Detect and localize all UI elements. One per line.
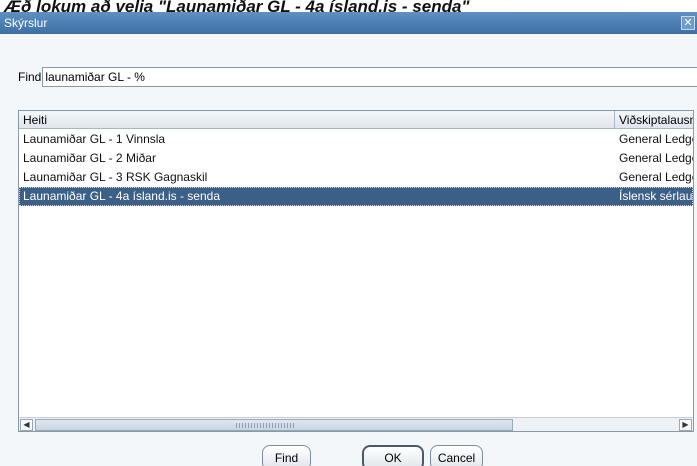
column-header-vidskiptalausn[interactable]: Viðskiptalausn xyxy=(615,111,693,129)
list-item[interactable] xyxy=(19,206,693,225)
item-name: Launamiðar GL - 2 Miðar xyxy=(23,151,156,165)
scrollbar-thumb[interactable] xyxy=(35,419,513,431)
find-label: Find xyxy=(18,70,42,84)
find-row: Find xyxy=(18,67,697,87)
item-application xyxy=(615,206,693,225)
dialog-titlebar: Skýrslur ✕ xyxy=(0,12,697,34)
item-application: General Ledger xyxy=(619,170,693,184)
list-item[interactable]: Launamiðar GL - 3 RSK Gagnaskil General … xyxy=(19,168,693,187)
cancel-button-label: Cancel xyxy=(437,451,476,465)
horizontal-scrollbar[interactable]: ◀ ▶ xyxy=(19,417,693,431)
item-name xyxy=(19,206,615,225)
find-input[interactable] xyxy=(42,67,697,87)
list-item[interactable]: Launamiðar GL - 1 Vinnsla General Ledger xyxy=(19,130,693,149)
find-button[interactable]: Find xyxy=(262,445,311,466)
item-application: General Ledger xyxy=(619,132,693,146)
item-name: Launamiðar GL - 4a ísland.is - senda xyxy=(23,189,220,203)
ok-button-label: OK xyxy=(384,451,402,465)
list-header: Heiti Viðskiptalausn xyxy=(19,111,693,129)
list-item-selected[interactable]: Launamiðar GL - 4a ísland.is - senda Ísl… xyxy=(19,187,693,206)
ok-button[interactable]: OK xyxy=(362,445,424,466)
list-item[interactable]: Launamiðar GL - 2 Miðar General Ledger xyxy=(19,149,693,168)
column-header-heiti[interactable]: Heiti xyxy=(19,111,615,129)
find-button-label: Find xyxy=(274,451,299,465)
grip-icon xyxy=(236,423,296,428)
list-rows: Launamiðar GL - 1 Vinnsla General Ledger… xyxy=(19,130,693,225)
item-name: Launamiðar GL - 1 Vinnsla xyxy=(23,132,166,146)
dialog-title: Skýrslur xyxy=(4,16,48,30)
redaction-mark xyxy=(335,214,407,217)
scroll-right-icon[interactable]: ▶ xyxy=(679,419,692,431)
item-application: General Ledger xyxy=(619,151,693,165)
close-icon[interactable]: ✕ xyxy=(681,16,695,30)
item-application: Íslensk sérlausn xyxy=(619,189,693,203)
scroll-left-icon[interactable]: ◀ xyxy=(20,419,33,431)
reports-dialog: Skýrslur ✕ Find Heiti Viðskiptalausn Lau… xyxy=(0,12,697,466)
item-name: Launamiðar GL - 3 RSK Gagnaskil xyxy=(23,170,208,184)
results-list: Heiti Viðskiptalausn Launamiðar GL - 1 V… xyxy=(18,110,694,432)
cancel-button[interactable]: Cancel xyxy=(430,445,483,466)
